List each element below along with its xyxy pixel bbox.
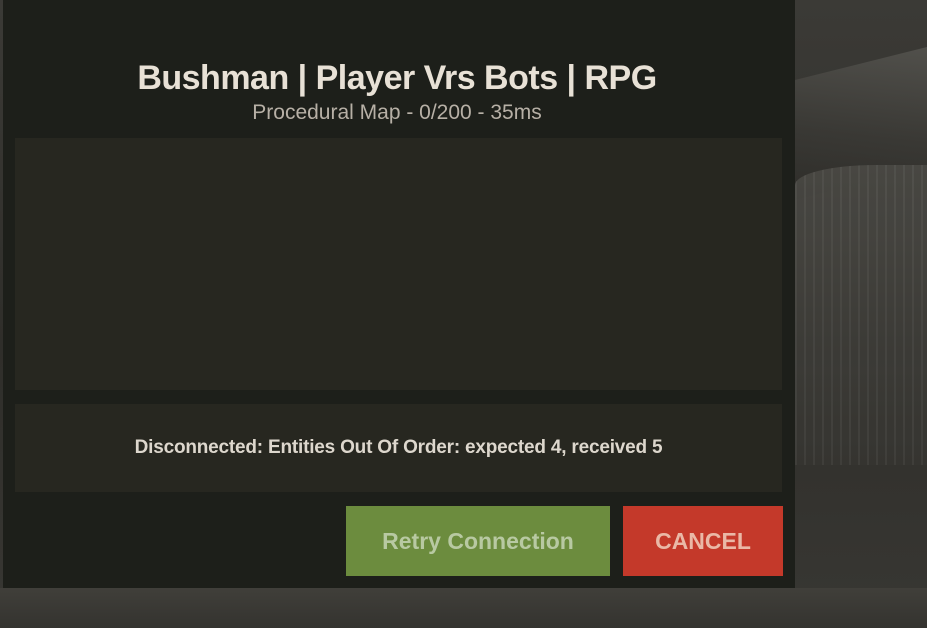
status-message-panel: Disconnected: Entities Out Of Order: exp… [15,404,782,492]
disconnect-message: Disconnected: Entities Out Of Order: exp… [134,437,663,458]
background-building [795,165,927,465]
server-info: Procedural Map - 0/200 - 35ms [252,101,542,124]
server-title: Bushman | Player Vrs Bots | RPG [137,59,657,97]
game-scene: Bushman | Player Vrs Bots | RPG Procedur… [0,0,927,628]
retry-connection-button[interactable]: Retry Connection [346,506,610,576]
cancel-button[interactable]: CANCEL [623,506,783,576]
connection-dialog: Bushman | Player Vrs Bots | RPG Procedur… [3,0,795,588]
background-ground [0,588,927,628]
server-map-preview [15,138,782,390]
